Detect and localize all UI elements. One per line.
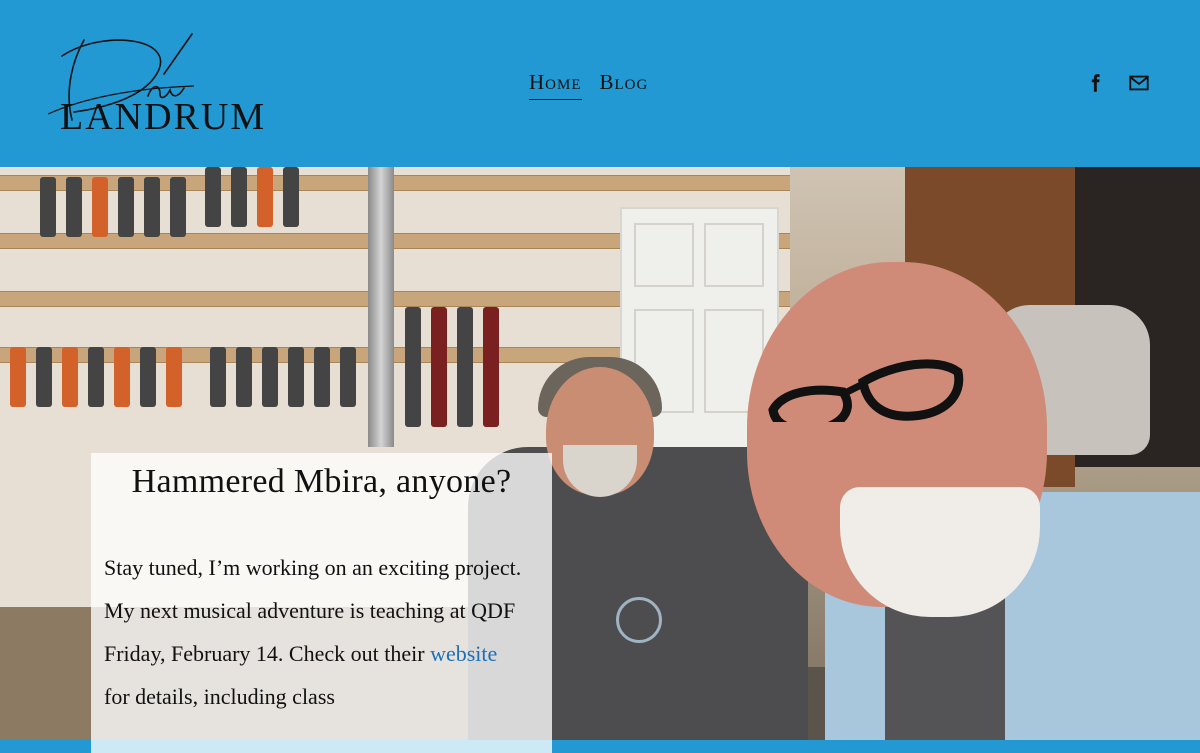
nav-blog[interactable]: Blog [600, 70, 649, 100]
post-body: Stay tuned, I’m working on an exciting p… [104, 546, 524, 718]
post-paragraph-2-end: for details, including class [104, 684, 335, 709]
post-title: Hammered Mbira, anyone? [131, 463, 512, 500]
vent-pipe [368, 167, 394, 447]
tool-rack [210, 347, 356, 407]
social-links [1084, 72, 1150, 94]
tool-rack [205, 167, 299, 227]
site-header: LANDRUM Home Blog [0, 0, 1200, 167]
post-paragraph-2: My next musical adventure is teaching at… [104, 589, 524, 718]
nav-home[interactable]: Home [529, 70, 582, 100]
logo-wordmark: LANDRUM [60, 96, 267, 138]
eyeglasses [768, 359, 964, 422]
mail-icon[interactable] [1128, 72, 1150, 94]
post-paragraph-1: Stay tuned, I’m working on an exciting p… [104, 555, 522, 580]
main-nav: Home Blog [529, 70, 648, 100]
facebook-icon[interactable] [1084, 72, 1106, 94]
post-card: Hammered Mbira, anyone? Stay tuned, I’m … [91, 453, 552, 753]
person-selfie [745, 262, 1200, 740]
site-logo[interactable]: LANDRUM [44, 28, 334, 140]
tool-rack [40, 177, 186, 237]
tool-rack [10, 347, 182, 407]
website-link[interactable]: website [430, 641, 497, 666]
